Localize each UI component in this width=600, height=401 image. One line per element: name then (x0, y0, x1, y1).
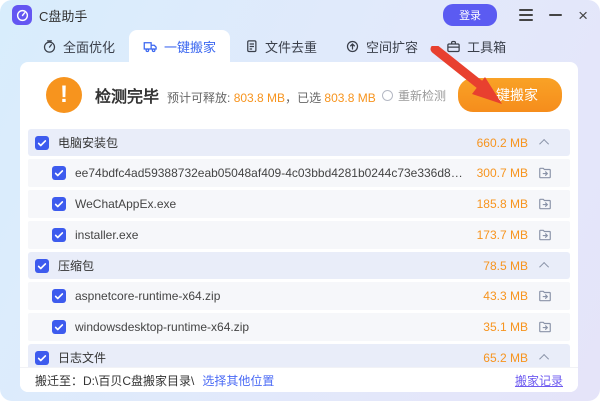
move-to-label: 搬迁至： (35, 372, 83, 389)
recheck-button[interactable]: 重新检测 (382, 87, 446, 104)
file-row[interactable]: WeChatAppEx.exe 185.8 MB (28, 190, 570, 218)
file-row[interactable]: installer.exe 173.7 MB (28, 221, 570, 249)
tab-space-expand[interactable]: 空间扩容 (331, 30, 432, 62)
tab-full-optimization[interactable]: 全面优化 (28, 30, 129, 62)
main-panel: ! 检测完毕 预计可释放: 803.8 MB，已选 803.8 MB 重新检测 … (20, 62, 578, 392)
file-row[interactable]: ee74bdfc4ad59388732eab05048af409-4c03bbd… (28, 159, 570, 187)
choose-location-link[interactable]: 选择其他位置 (202, 372, 274, 389)
warning-icon: ! (46, 77, 82, 113)
file-row[interactable]: aspnetcore-runtime-x64.zip 43.3 MB (28, 282, 570, 310)
toolbox-icon (446, 39, 461, 54)
checkbox-checked[interactable] (35, 351, 49, 365)
expand-icon (345, 39, 360, 54)
tab-toolbox[interactable]: 工具箱 (432, 30, 520, 62)
gauge-icon (42, 39, 57, 54)
group-row-archives[interactable]: 压缩包 78.5 MB (28, 252, 570, 279)
move-file-icon[interactable] (528, 166, 562, 180)
minimize-icon[interactable] (549, 14, 562, 16)
app-title: C盘助手 (39, 6, 87, 25)
truck-icon (143, 39, 158, 54)
menu-icon[interactable] (519, 9, 533, 21)
title-bar: C盘助手 登录 × (0, 0, 600, 30)
move-file-icon[interactable] (528, 228, 562, 242)
app-logo-icon (12, 5, 32, 25)
collapse-chevron-icon[interactable] (528, 354, 562, 361)
app-window: C盘助手 登录 × 全面优化 一键搬家 文件去重 空间扩容 工具箱 (0, 0, 600, 401)
one-click-move-button[interactable]: 一键搬家 (458, 78, 562, 112)
checkbox-checked[interactable] (52, 166, 66, 180)
checkbox-checked[interactable] (52, 228, 66, 242)
checkbox-checked[interactable] (52, 289, 66, 303)
checkbox-checked[interactable] (52, 320, 66, 334)
move-history-link[interactable]: 搬家记录 (515, 372, 563, 389)
selected-size: 803.8 MB (324, 91, 375, 105)
tab-one-click-move[interactable]: 一键搬家 (129, 30, 230, 62)
document-icon (244, 39, 259, 54)
collapse-chevron-icon[interactable] (528, 139, 562, 146)
move-destination-bar: 搬迁至： D:\百贝C盘搬家目录\ 选择其他位置 搬家记录 (20, 367, 578, 392)
group-size: 660.2 MB (466, 136, 528, 150)
login-button[interactable]: 登录 (443, 4, 497, 26)
close-icon[interactable]: × (578, 7, 588, 24)
group-size: 78.5 MB (466, 259, 528, 273)
group-size: 65.2 MB (466, 351, 528, 365)
checkbox-checked[interactable] (35, 136, 49, 150)
group-row-installers[interactable]: 电脑安装包 660.2 MB (28, 129, 570, 156)
scan-summary: ! 检测完毕 预计可释放: 803.8 MB，已选 803.8 MB 重新检测 … (20, 62, 578, 123)
file-row[interactable]: windowsdesktop-runtime-x64.zip 35.1 MB (28, 313, 570, 341)
move-file-icon[interactable] (528, 289, 562, 303)
move-file-icon[interactable] (528, 197, 562, 211)
move-file-icon[interactable] (528, 320, 562, 334)
scan-detail: 预计可释放: 803.8 MB，已选 803.8 MB (167, 89, 376, 106)
collapse-chevron-icon[interactable] (528, 262, 562, 269)
releasable-size: 803.8 MB (234, 91, 285, 105)
tab-file-dedup[interactable]: 文件去重 (230, 30, 331, 62)
move-to-path: D:\百贝C盘搬家目录\ (83, 372, 194, 389)
scan-status: 检测完毕 (95, 83, 159, 107)
tab-bar: 全面优化 一键搬家 文件去重 空间扩容 工具箱 (0, 30, 600, 62)
checkbox-checked[interactable] (35, 259, 49, 273)
recheck-icon (382, 90, 393, 101)
checkbox-checked[interactable] (52, 197, 66, 211)
scan-result-list: 电脑安装包 660.2 MB ee74bdfc4ad59388732eab050… (28, 129, 570, 371)
